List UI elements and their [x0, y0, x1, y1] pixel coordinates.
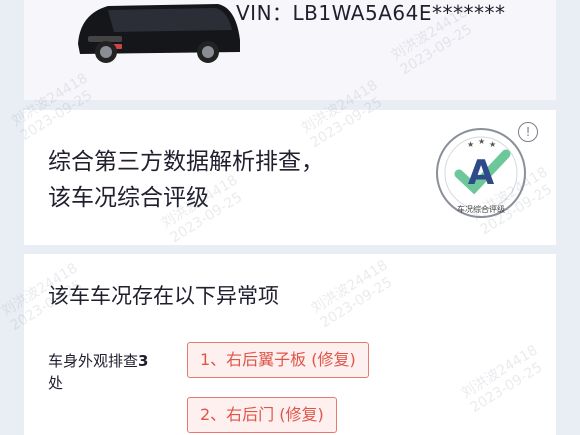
anomaly-category: 车身外观排查3 处 [48, 350, 168, 394]
svg-text:★: ★ [489, 140, 496, 149]
anomaly-card: 该车车况存在以下异常项 车身外观排查3 处 1、右后翼子板 (修复) 2、右后门… [24, 254, 556, 435]
vehicle-card: VIN：LB1WA5A64E******* [24, 0, 556, 100]
anomaly-tag: 2、右后门 (修复) [187, 397, 337, 433]
anomaly-title: 该车车况存在以下异常项 [48, 284, 279, 308]
category-suffix: 处 [48, 374, 64, 392]
category-count: 3 [138, 352, 149, 370]
anomaly-tag: 1、右后翼子板 (修复) [187, 342, 369, 378]
svg-text:★: ★ [478, 137, 485, 146]
rating-line-1: 综合第三方数据解析排查， [48, 149, 324, 175]
rating-description: 综合第三方数据解析排查， 该车况综合评级 [48, 144, 324, 216]
rating-line-2: 该车况综合评级 [48, 185, 209, 211]
rating-card: 综合第三方数据解析排查， 该车况综合评级 A ★ ★ ★ 车况综合评级 ! [24, 110, 556, 245]
vehicle-photo [78, 4, 240, 63]
info-icon[interactable]: ! [518, 122, 538, 142]
vin-number: VIN：LB1WA5A64E******* [236, 1, 506, 25]
svg-text:★: ★ [467, 140, 474, 149]
grade-letter: A [468, 153, 495, 193]
category-label: 车身外观排查 [48, 352, 139, 370]
grade-badge-icon: A ★ ★ ★ 车况综合评级 [436, 128, 526, 218]
badge-caption: 车况综合评级 [457, 204, 505, 214]
